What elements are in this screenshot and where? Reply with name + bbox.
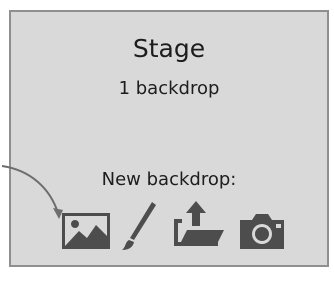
backdrop-count: 1 backdrop xyxy=(118,78,220,99)
camera-icon[interactable] xyxy=(238,211,286,251)
new-backdrop-label: New backdrop: xyxy=(101,169,237,190)
landscape-picture-icon[interactable] xyxy=(62,213,110,249)
paintbrush-icon[interactable] xyxy=(120,200,158,252)
stage-panel[interactable]: Stage 1 backdrop New backdrop: xyxy=(9,10,329,267)
stage-title: Stage xyxy=(132,34,206,63)
folder-upload-icon[interactable] xyxy=(170,199,226,251)
